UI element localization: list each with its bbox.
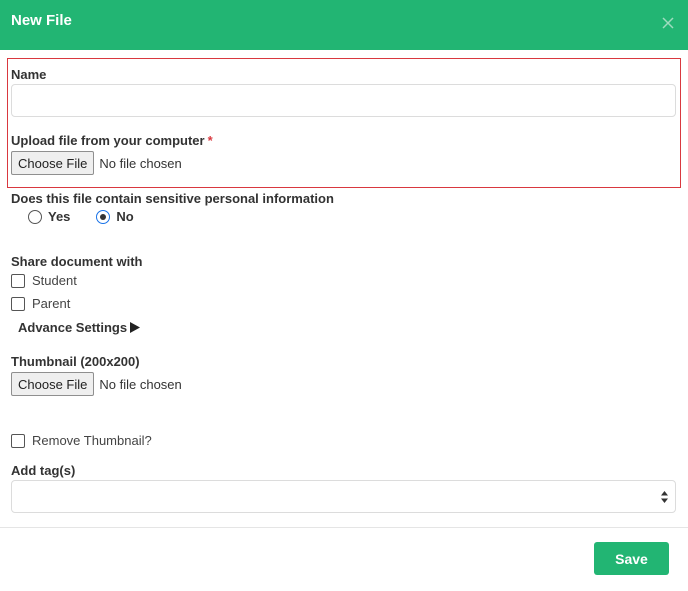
share-option-student[interactable]: Student [11,273,77,288]
tags-select[interactable] [11,480,676,513]
advance-settings-toggle[interactable]: Advance Settings [18,320,141,335]
thumbnail-file-status: No file chosen [99,376,182,392]
thumbnail-choose-file-button[interactable]: Choose File [11,372,95,396]
sensitive-option-yes[interactable]: Yes [28,209,70,224]
tags-label: Add tag(s) [11,463,76,478]
radio-no-label: No [116,209,134,224]
remove-thumbnail-label: Remove Thumbnail? [32,433,152,448]
play-icon [130,322,141,333]
thumbnail-label: Thumbnail (200x200) [11,354,140,369]
share-option-parent[interactable]: Parent [11,296,70,311]
footer-divider [0,527,688,528]
upload-choose-file-button[interactable]: Choose File [11,151,95,175]
student-label: Student [32,273,77,288]
upload-file-row: Choose File No file chosen [11,151,182,175]
save-button[interactable]: Save [594,542,669,575]
thumbnail-file-row: Choose File No file chosen [11,372,182,396]
advance-settings-label: Advance Settings [18,320,128,335]
sensitive-option-no[interactable]: No [96,209,134,224]
upload-file-status: No file chosen [99,155,182,171]
close-icon[interactable] [660,15,676,31]
remove-thumbnail-option[interactable]: Remove Thumbnail? [11,433,152,448]
modal-title: New File [11,12,72,29]
sensitive-radio-group: Yes No [28,209,160,224]
parent-checkbox[interactable] [11,296,25,311]
remove-thumbnail-checkbox[interactable] [11,433,25,448]
upload-label-text: Upload file from your computer [11,133,205,148]
radio-yes-label: Yes [48,209,71,224]
share-label: Share document with [11,254,143,269]
select-arrows-icon [661,491,668,503]
sensitive-info-label: Does this file contain sensitive persona… [11,191,334,206]
required-mark: * [207,133,213,148]
modal-header: New File [0,0,688,50]
upload-label: Upload file from your computer * [11,133,213,148]
name-label: Name [11,67,47,82]
student-checkbox[interactable] [11,273,25,288]
radio-yes[interactable] [28,209,42,224]
parent-label: Parent [32,296,71,311]
name-input[interactable] [11,84,676,117]
radio-no[interactable] [96,209,111,224]
